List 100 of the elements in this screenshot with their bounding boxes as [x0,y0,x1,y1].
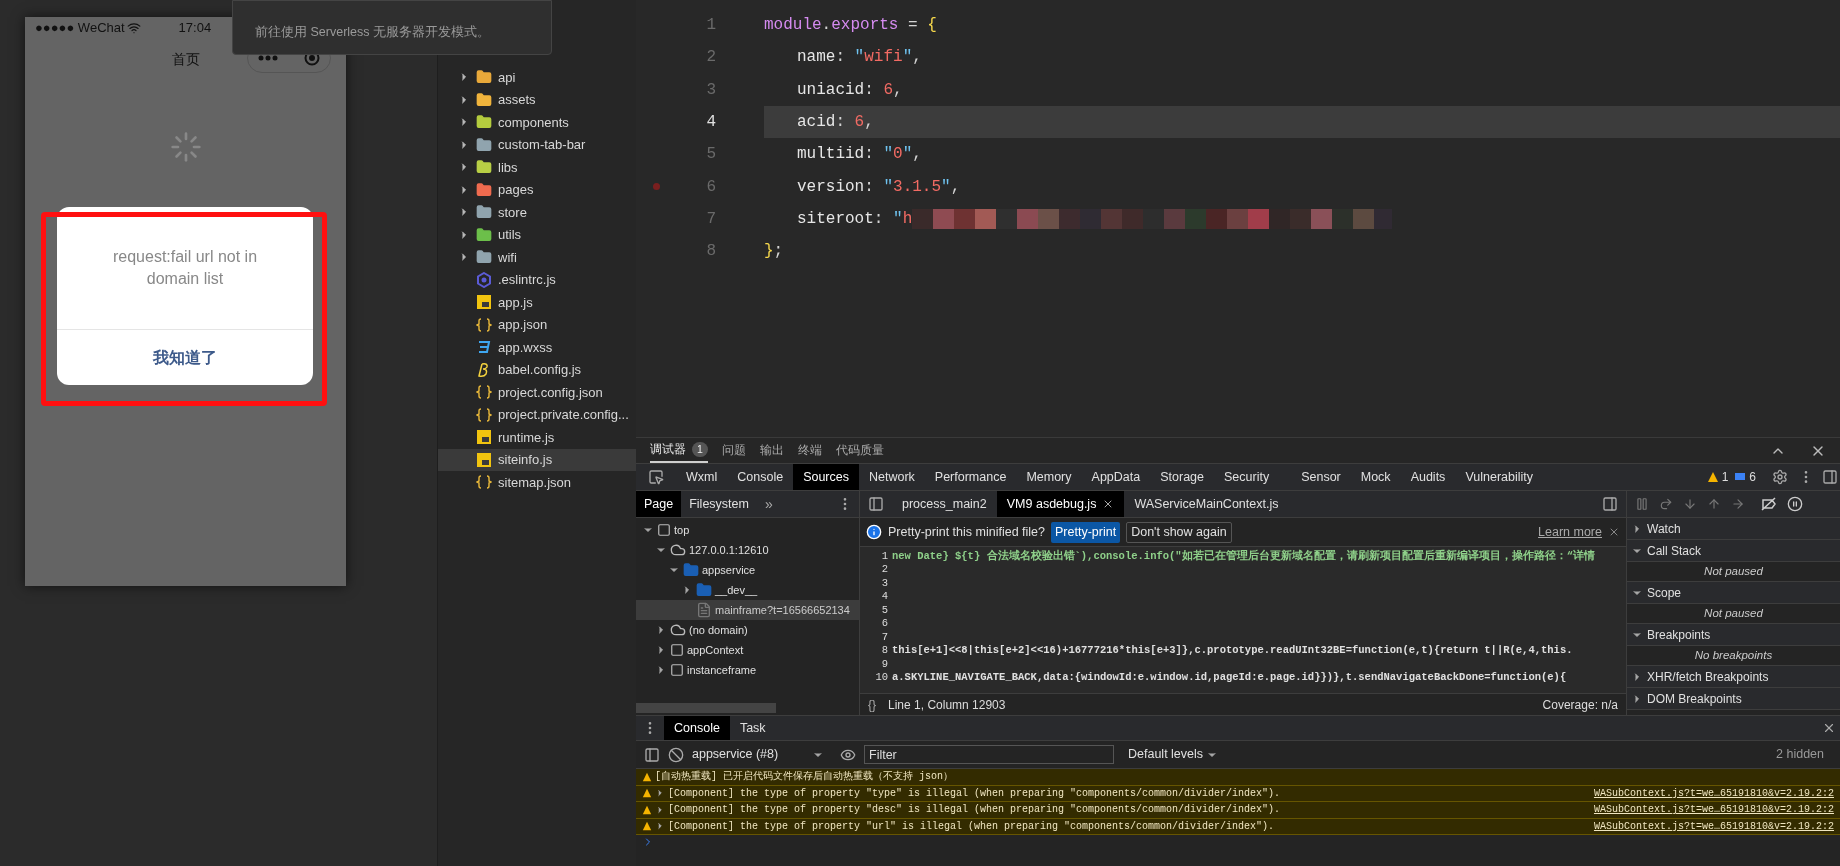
braces-icon [476,316,492,333]
tree-item[interactable]: mainframe?t=16566652134 [636,600,859,620]
sidebar-toggle-icon[interactable] [644,746,660,763]
warning-icon [642,771,652,782]
file-item[interactable]: libs [438,156,636,179]
section-header[interactable]: Breakpoints [1627,624,1840,646]
file-item[interactable]: .eslintrc.js [438,268,636,291]
file-item[interactable]: project.private.config... [438,403,636,426]
tree-item[interactable]: top [636,520,859,540]
file-item[interactable]: siteinfo.js [438,448,636,471]
panel-tab[interactable]: 代码质量 [835,438,884,463]
close-icon[interactable] [1822,721,1836,735]
hidden-count: 2 hidden [1776,746,1824,764]
more-dots-icon[interactable] [258,54,278,62]
navigator-tab[interactable]: Filesystem [681,491,757,517]
context-dropdown[interactable]: appservice (#8) [692,745,824,764]
navigator-tab[interactable]: Page [636,491,682,517]
expand-arrow-icon[interactable] [655,821,665,832]
section-header[interactable]: Call Stack [1627,540,1840,562]
devtools-tab[interactable]: Audits [1400,464,1456,490]
filter-field[interactable]: Filter [864,745,1114,764]
step-out-icon[interactable] [1707,497,1721,511]
source-link[interactable]: WASubContext.js?t=we…65191810&v=2.19.2:2 [1593,785,1834,801]
dismiss-button[interactable]: Don't show again [1126,521,1232,543]
frame-icon [657,523,671,537]
expand-arrow-icon[interactable] [655,788,665,799]
devtools-tab[interactable]: AppData [1081,464,1151,490]
levels-dropdown[interactable]: Default levels [1128,745,1219,764]
section-header[interactable]: Scope [1627,582,1840,604]
devtools-tab[interactable]: Storage [1150,464,1214,490]
step-into-icon[interactable] [1683,497,1697,511]
file-item[interactable]: babel.config.js [438,358,636,381]
deactivate-breakpoints-icon[interactable] [1761,496,1777,512]
file-tab[interactable]: VM9 asdebug.js [996,491,1125,517]
file-item[interactable]: custom-tab-bar [438,133,636,156]
sidebar-toggle-icon[interactable] [1602,496,1618,512]
panel-tab[interactable]: 问题 [721,438,746,463]
file-name: utils [498,226,522,244]
devtools-tab[interactable]: Performance [924,464,1017,490]
element-picker-icon[interactable] [648,469,664,485]
file-item[interactable]: wifi [438,246,636,269]
section-header[interactable]: XHR/fetch Breakpoints [1627,666,1840,688]
scrollbar[interactable] [636,703,776,713]
devtools-tab[interactable]: Memory [1016,464,1082,490]
pause-icon[interactable] [1635,497,1649,511]
pause-exceptions-icon[interactable] [1787,496,1803,512]
pretty-print-button[interactable]: Pretty-print [1051,521,1121,543]
learn-more-link[interactable]: Learn more [1538,522,1602,542]
file-item[interactable]: app.wxss [438,336,636,359]
file-item[interactable]: assets [438,88,636,111]
file-tab[interactable]: process_main2 [892,491,997,517]
source-link[interactable]: WASubContext.js?t=we…65191810&v=2.19.2:2 [1593,818,1834,834]
clear-icon[interactable] [668,746,684,763]
devtools-tab[interactable]: Sensor [1291,464,1351,490]
file-item[interactable]: utils [438,223,636,246]
section-header[interactable]: Watch [1627,518,1840,540]
file-name: project.config.json [498,383,603,402]
devtools-tab[interactable]: Network [859,464,925,490]
file-item[interactable]: sitemap.json [438,471,636,494]
file-item[interactable]: runtime.js [438,426,636,449]
devtools-tab[interactable]: Mock [1350,464,1401,490]
sidebar-toggle-icon[interactable] [868,496,884,512]
tree-item[interactable]: instanceframe [636,660,859,680]
file-item[interactable]: store [438,201,636,224]
file-item[interactable]: pages [438,178,636,201]
expand-arrow-icon[interactable] [655,804,665,815]
step-over-icon[interactable] [1659,497,1673,511]
drawer-tab[interactable]: Console [664,716,730,740]
devtools-tab[interactable]: Wxml [676,464,728,490]
panel-tab[interactable]: 终端 [797,438,822,463]
warning-text: [Component] the type of property "desc" is illegal (when preparing "components/common/divider/index"). [668,803,1281,818]
more-tabs-button[interactable]: » [756,493,781,515]
devtools-tab[interactable]: Console [727,464,794,490]
tree-item[interactable]: 127.0.0.1:12610 [636,540,859,560]
drawer-tab[interactable]: Task [729,716,776,740]
file-item[interactable]: app.json [438,313,636,336]
source-link[interactable]: WASubContext.js?t=we…65191810&v=2.19.2:2 [1593,802,1834,818]
step-icon[interactable] [1731,497,1745,511]
file-item[interactable]: api [438,66,636,89]
devtools-tab[interactable]: Vulnerability [1455,464,1543,490]
line-number: 4 [880,589,889,605]
file-tab[interactable]: WAServiceMainContext.js [1124,491,1289,517]
tree-item[interactable]: (no domain) [636,620,859,640]
file-item[interactable]: project.config.json [438,381,636,404]
dock-icon[interactable] [1822,469,1838,485]
devtools-tab[interactable]: Security [1214,464,1280,490]
confirm-button[interactable]: 我知道了 [57,330,313,385]
warning-icon [642,821,652,832]
file-item[interactable]: components [438,111,636,134]
tree-item[interactable]: __dev__ [636,580,859,600]
panel-tab[interactable]: 输出 [759,438,784,463]
settings-icon[interactable] [1772,469,1788,485]
format-button[interactable]: {} [868,695,876,714]
tree-item[interactable]: appservice [636,560,859,580]
file-item[interactable]: app.js [438,291,636,314]
hexagon-icon [476,271,492,288]
section-header[interactable]: DOM Breakpoints [1627,688,1840,710]
devtools-tab[interactable]: Sources [793,464,859,490]
close-icon[interactable] [1608,526,1620,538]
tree-item[interactable]: appContext [636,640,859,660]
